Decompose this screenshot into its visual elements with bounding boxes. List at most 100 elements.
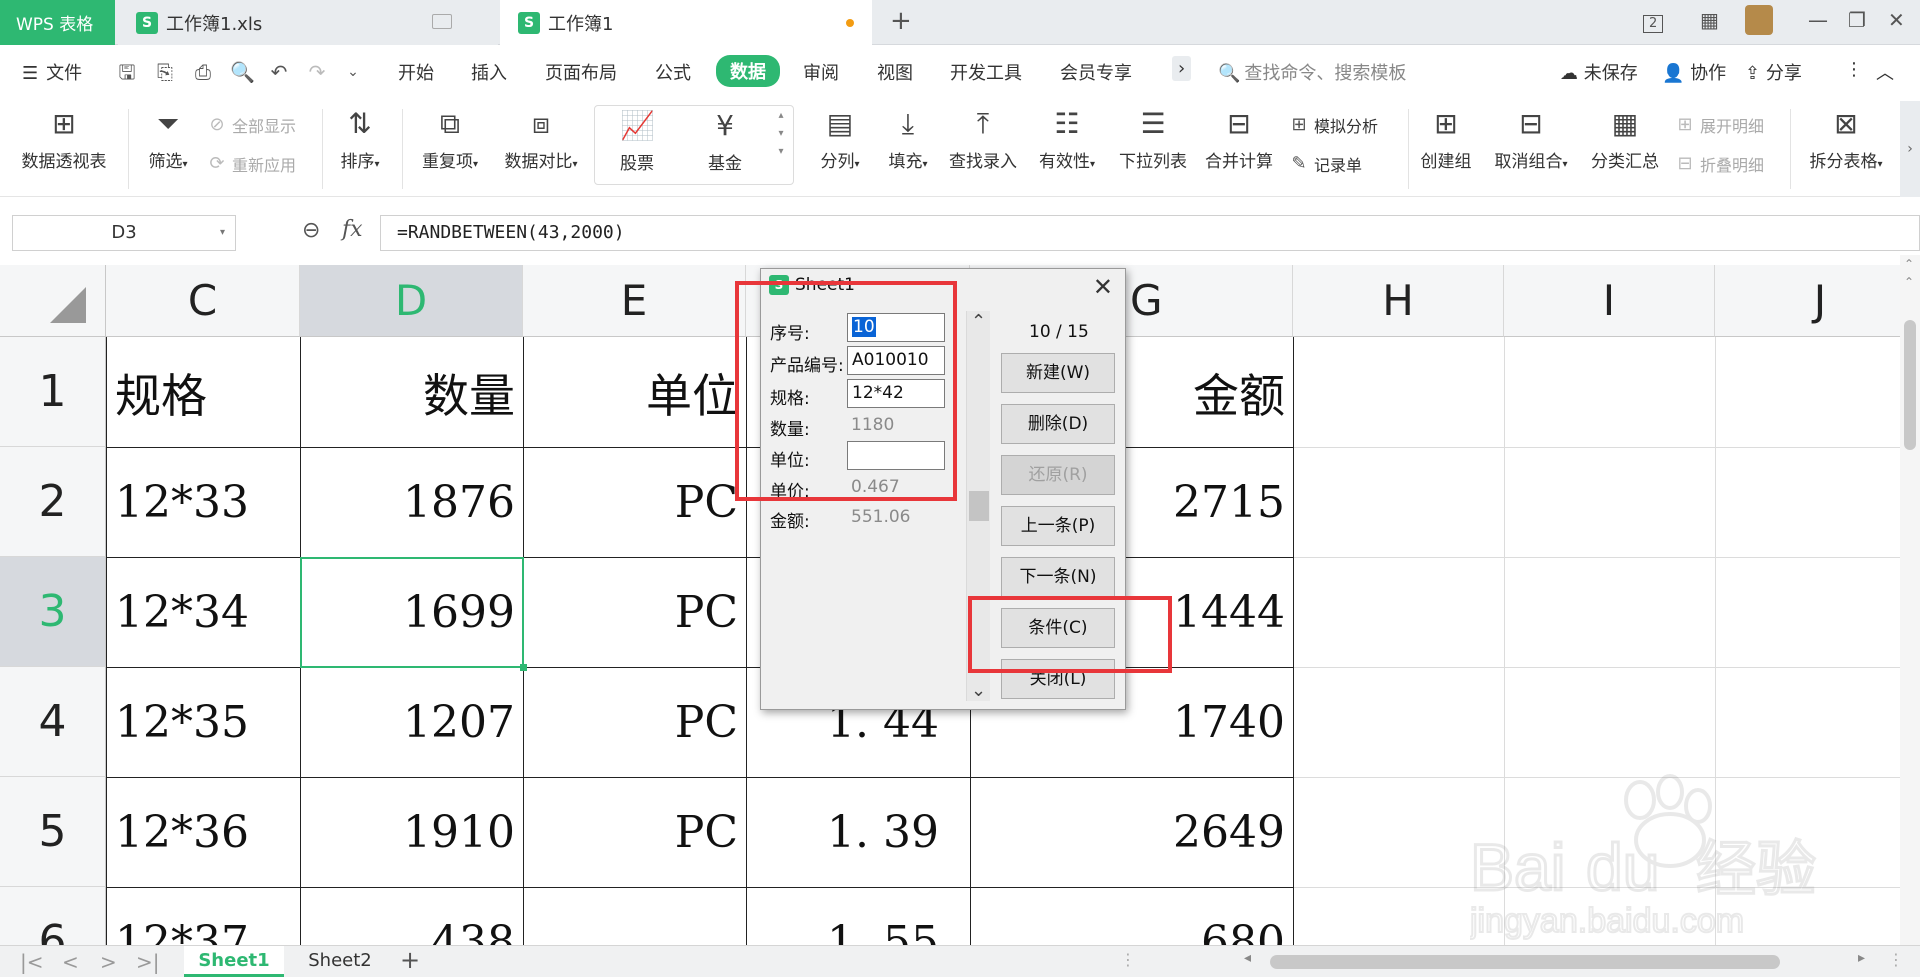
column-header-e[interactable]: E [523, 265, 746, 337]
collapse-ribbon-icon[interactable]: ︿ [1876, 59, 1894, 85]
more-tabs-button[interactable]: › [1172, 56, 1192, 81]
subtotal-button[interactable]: ▦ 分类汇总 [1586, 107, 1664, 172]
what-if-button[interactable]: ⊞ 模拟分析 [1288, 113, 1378, 137]
redo-icon[interactable]: ↷ [306, 61, 328, 83]
ungroup-button[interactable]: ⊟ 取消组合▾ [1486, 107, 1576, 172]
scroll-splitter[interactable]: ⋮ [1888, 950, 1904, 969]
fund-button[interactable]: ¥ 基金 [692, 109, 758, 174]
scroll-splitter[interactable]: ⋮ [1120, 950, 1136, 969]
tab-page-layout[interactable]: 页面布局 [545, 59, 617, 85]
next-sheet-icon[interactable]: > [100, 950, 117, 974]
chevron-up-icon[interactable]: ⌃ [971, 311, 986, 332]
formula-input[interactable]: =RANDBETWEEN(43,2000) [380, 215, 1920, 251]
cell-c6[interactable]: 12*37 [107, 888, 300, 945]
cell-g5[interactable]: 2649 [971, 778, 1293, 887]
tab-member[interactable]: 会员专享 [1060, 59, 1132, 85]
share-button[interactable]: ⇪ 分享 [1745, 59, 1802, 85]
tab-developer[interactable]: 开发工具 [950, 59, 1022, 85]
find-entry-button[interactable]: ⤒ 查找录入 [944, 107, 1022, 172]
row-header-3[interactable]: 3 [0, 557, 106, 667]
validity-button[interactable]: ☷ 有效性▾ [1030, 107, 1104, 172]
column-header-c[interactable]: C [106, 265, 300, 337]
column-header-h[interactable]: H [1293, 265, 1504, 337]
file-menu[interactable]: ☰ 文件 [22, 59, 82, 85]
grid-view-icon[interactable]: ▦ [1700, 8, 1719, 32]
wps-home-tab[interactable]: WPS 表格 [0, 0, 115, 45]
chevron-down-icon[interactable]: ⌄ [342, 61, 364, 83]
pivot-table-button[interactable]: ⊞ 数据透视表 [14, 107, 114, 172]
cell-d1[interactable]: 数量 [301, 338, 523, 447]
reapply-button[interactable]: ⟳ 重新应用 [206, 152, 296, 176]
tab-insert[interactable]: 插入 [471, 59, 507, 85]
zoom-search-icon[interactable]: ⊖ [302, 218, 320, 243]
column-header-j[interactable]: J [1715, 265, 1900, 337]
record-scroll-thumb[interactable] [969, 491, 989, 521]
select-all-corner[interactable] [0, 265, 106, 337]
delete-record-button[interactable]: 删除(D) [1001, 404, 1115, 444]
prev-sheet-icon[interactable]: < [62, 950, 79, 974]
cell-f6[interactable]: 1. 55 [747, 888, 969, 945]
restore-icon[interactable]: ❐ [1848, 8, 1866, 32]
cell-f5[interactable]: 1. 39 [747, 778, 969, 887]
avatar[interactable] [1745, 5, 1773, 35]
tab-data[interactable]: 数据 [716, 55, 780, 87]
fill-handle[interactable] [520, 664, 527, 671]
new-tab-button[interactable]: + [890, 6, 912, 36]
cell-e3[interactable]: PC [524, 558, 746, 667]
print-preview-icon[interactable]: 🔍 [230, 61, 255, 83]
close-window-icon[interactable]: ✕ [1888, 8, 1905, 32]
duplicates-button[interactable]: ⧉ 重复项▾ [412, 107, 488, 172]
scroll-top-icon[interactable]: ⌃ [1904, 257, 1914, 271]
save-icon[interactable]: 🖫 [116, 61, 138, 83]
cell-d6[interactable]: 438 [301, 888, 523, 945]
last-sheet-icon[interactable]: >| [136, 950, 160, 974]
create-group-button[interactable]: ⊞ 创建组 [1416, 107, 1476, 172]
cell-g6[interactable]: 680 [971, 888, 1293, 945]
restore-record-button[interactable]: 还原(R) [1001, 455, 1115, 495]
close-icon[interactable]: ✕ [1093, 273, 1113, 301]
tab-review[interactable]: 审阅 [803, 59, 839, 85]
minimize-icon[interactable]: — [1808, 8, 1828, 32]
previous-record-button[interactable]: 上一条(P) [1001, 506, 1115, 546]
add-sheet-button[interactable]: + [400, 946, 420, 974]
cell-c3[interactable]: 12*34 [107, 558, 300, 667]
vertical-scrollbar[interactable]: ⌃ ⌃ [1900, 255, 1920, 945]
cell-c5[interactable]: 12*36 [107, 778, 300, 887]
column-header-d[interactable]: D [300, 265, 523, 337]
cell-e5[interactable]: PC [524, 778, 746, 887]
stock-button[interactable]: 📈 股票 [604, 109, 670, 174]
cell-c4[interactable]: 12*35 [107, 668, 300, 777]
gallery-scroll[interactable]: ▴ ▾ ▾ [772, 107, 790, 161]
tab-start[interactable]: 开始 [398, 59, 434, 85]
cell-e1[interactable]: 单位 [524, 338, 746, 447]
collaborate-button[interactable]: 👤 协作 [1662, 59, 1726, 85]
file-tab-active[interactable]: S 工作簿1 [500, 0, 872, 46]
dropdown-list-button[interactable]: ☰ 下拉列表 [1114, 107, 1192, 172]
scroll-left-icon[interactable]: ◂ [1244, 950, 1251, 966]
cell-c2[interactable]: 12*33 [107, 448, 300, 557]
command-search[interactable]: 🔍 查找命令、搜索模板 [1218, 59, 1406, 85]
chevron-down-icon[interactable]: ▾ [220, 227, 225, 238]
filter-button[interactable]: ⏷ 筛选▾ [140, 107, 196, 172]
chevron-down-icon[interactable]: ⌄ [971, 680, 986, 701]
row-header-5[interactable]: 5 [0, 777, 106, 887]
print-icon[interactable]: ⎙ [192, 61, 214, 83]
record-form-button[interactable]: ✎ 记录单 [1288, 152, 1362, 176]
row-header-1[interactable]: 1 [0, 337, 106, 447]
undo-icon[interactable]: ↶ [268, 61, 290, 83]
cell-d4[interactable]: 1207 [301, 668, 523, 777]
ribbon-scroll-right-icon[interactable]: › [1900, 101, 1920, 197]
next-record-button[interactable]: 下一条(N) [1001, 557, 1115, 597]
cell-e4[interactable]: PC [524, 668, 746, 777]
window-count-icon[interactable]: 2 [1643, 8, 1664, 33]
sheet-tab-sheet2[interactable]: Sheet2 [290, 946, 390, 977]
cell-c1[interactable]: 规格 [107, 338, 300, 447]
cell-d5[interactable]: 1910 [301, 778, 523, 887]
cell-d2[interactable]: 1876 [301, 448, 523, 557]
first-sheet-icon[interactable]: |< [20, 950, 44, 974]
cell-e2[interactable]: PC [524, 448, 746, 557]
data-compare-button[interactable]: ⧈ 数据对比▾ [496, 107, 586, 172]
new-record-button[interactable]: 新建(W) [1001, 353, 1115, 393]
scroll-up-icon[interactable]: ⌃ [1904, 275, 1914, 289]
more-options-icon[interactable]: ⋮ [1845, 59, 1863, 80]
